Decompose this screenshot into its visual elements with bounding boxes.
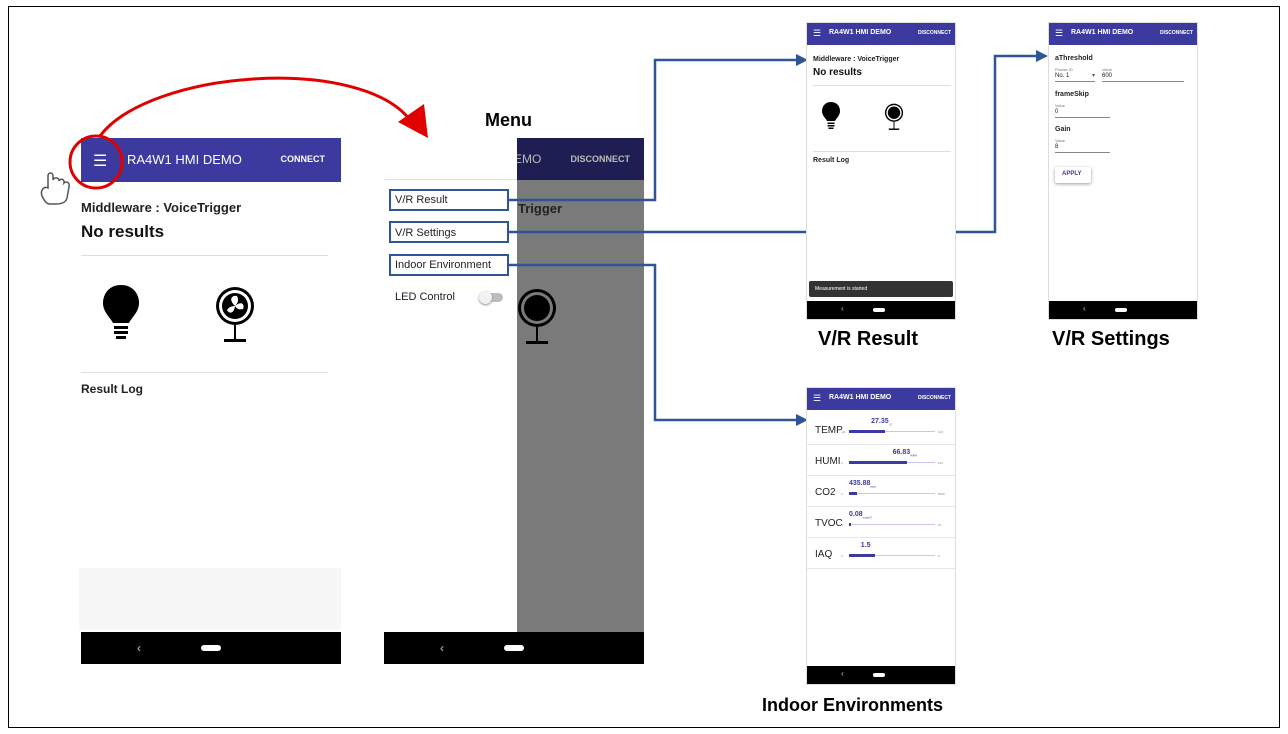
sensor-value: 66.83%RH (893, 449, 918, 457)
sensor-bar-track (849, 554, 935, 557)
vr-result-menu-icon[interactable]: ☰ (813, 28, 821, 39)
indoor-home-icon[interactable] (873, 673, 885, 677)
sensor-row: TVOC 0.08mg/m3 0 10 (807, 507, 955, 538)
athreshold-label: aThreshold (1055, 55, 1093, 62)
indoor-app-title: RA4W1 HMI DEMO (829, 394, 892, 401)
vr-result-back-icon[interactable]: ‹ (841, 304, 844, 313)
frameskip-value: 0 (1055, 109, 1059, 115)
sensor-unit: %RH (910, 453, 918, 458)
vr-settings-menu-icon[interactable]: ☰ (1055, 28, 1063, 39)
sensor-max: 5 (938, 554, 940, 558)
indoor-menu-icon[interactable]: ☰ (813, 393, 821, 404)
sensor-name: HUMI (815, 456, 841, 467)
sensor-min: 0 (841, 492, 843, 496)
sensor-value: 435.88ppm (849, 480, 876, 488)
sensor-bar-fill (849, 554, 875, 557)
vr-result-lightbulb-icon (822, 102, 840, 129)
sensor-min: -40 (841, 430, 846, 434)
phrase-id-select[interactable]: No. 1 ▾ (1055, 72, 1095, 82)
indoor-caption: Indoor Environments (762, 695, 944, 715)
sensor-bar-track (849, 461, 935, 464)
sensor-row: TEMP 27.35°C -40 120 (807, 414, 955, 445)
sensor-name: TVOC (815, 518, 843, 529)
apply-button-label: APPLY (1062, 171, 1082, 177)
vr-settings-home-icon[interactable] (1115, 308, 1127, 312)
sensor-unit: °C (888, 422, 893, 427)
vr-result-divider-2 (813, 151, 951, 152)
sensor-name: IAQ (815, 549, 833, 560)
vr-result-divider-1 (813, 85, 951, 86)
sensor-row: HUMI 66.83%RH 0 100 (807, 445, 955, 476)
indoor-disconnect-button[interactable]: DISCONNECT (918, 395, 951, 401)
vr-result-fan-icon (884, 103, 904, 130)
phrase-id-value: No. 1 (1055, 73, 1070, 79)
gain-label: Gain (1055, 126, 1071, 133)
sensor-value-number: 66.83 (892, 449, 911, 456)
sensor-max: 5000 (938, 492, 945, 496)
sensor-min: 0 (841, 523, 843, 527)
vr-settings-phone: ☰ RA4W1 HMI DEMO DISCONNECT aThreshold P… (1048, 22, 1198, 320)
vr-settings-app-title: RA4W1 HMI DEMO (1071, 29, 1134, 36)
indoor-back-icon[interactable]: ‹ (841, 669, 844, 678)
indoor-phone: ☰ RA4W1 HMI DEMO DISCONNECT TEMP 27.35°C -… (806, 387, 956, 685)
vr-settings-disconnect-button[interactable]: DISCONNECT (1160, 30, 1193, 36)
dropdown-arrow-icon: ▾ (1091, 73, 1095, 79)
vr-result-caption: V/R Result (818, 328, 919, 350)
vr-result-app-bar: ☰ RA4W1 HMI DEMO DISCONNECT (807, 23, 955, 45)
vr-result-log-label: Result Log (813, 157, 850, 164)
sensor-row: CO2 435.88ppm 0 5000 (807, 476, 955, 507)
sensor-max: 120 (938, 430, 944, 434)
vr-settings-caption: V/R Settings (1052, 328, 1170, 350)
apply-button[interactable]: APPLY (1055, 167, 1091, 183)
vr-result-disconnect-button[interactable]: DISCONNECT (918, 30, 951, 36)
gain-value: 8 (1055, 144, 1059, 150)
sensor-max: 10 (938, 523, 942, 527)
sensor-bar-fill (849, 523, 851, 526)
sensor-bar-track (849, 430, 935, 433)
sensor-bar-fill (849, 461, 907, 464)
sensor-unit: mg/m3 (862, 515, 872, 520)
sensor-value-number: 0.08 (849, 511, 863, 518)
sensor-max: 100 (938, 461, 944, 465)
frameskip-label: frameSkip (1055, 91, 1089, 98)
sensor-bar-track (849, 523, 935, 526)
sensor-list: TEMP 27.35°C -40 120 HUMI 66.83%RH 0 100 CO2 435.… (807, 414, 955, 574)
vr-result-result-text: No results (813, 67, 862, 78)
athreshold-value: 600 (1102, 73, 1113, 79)
frameskip-input[interactable]: 0 (1055, 108, 1110, 118)
vr-result-nav-bar: ‹ (807, 301, 955, 319)
gain-input[interactable]: 8 (1055, 143, 1110, 153)
indoor-nav-bar: ‹ (807, 666, 955, 684)
sensor-row: IAQ 1.5 0 5 (807, 538, 955, 569)
vr-result-phone: ☰ RA4W1 HMI DEMO DISCONNECT Middleware :… (806, 22, 956, 320)
sensor-name: TEMP (815, 425, 843, 436)
athreshold-value-input[interactable]: 600 (1102, 72, 1184, 82)
vr-result-snackbar: Measurement is started (809, 281, 953, 297)
sensor-bar-fill (849, 492, 857, 495)
sensor-min: 0 (841, 461, 843, 465)
sensor-value-number: 435.88 (849, 480, 871, 487)
vr-result-snackbar-text: Measurement is started (815, 286, 868, 292)
sensor-value: 1.5 (861, 542, 871, 550)
sensor-value: 27.35°C (871, 418, 892, 426)
vr-settings-back-icon[interactable]: ‹ (1083, 304, 1086, 313)
sensor-bar-track (849, 492, 935, 495)
sensor-value: 0.08mg/m3 (849, 511, 872, 519)
vr-settings-nav-bar: ‹ (1049, 301, 1197, 319)
sensor-value-number: 27.35 (871, 418, 889, 425)
vr-result-middleware-label: Middleware : VoiceTrigger (813, 56, 900, 63)
sensor-name: CO2 (815, 487, 836, 498)
sensor-min: 0 (841, 554, 843, 558)
vr-result-home-icon[interactable] (873, 308, 885, 312)
sensor-value-number: 1.5 (860, 542, 871, 549)
indoor-app-bar: ☰ RA4W1 HMI DEMO DISCONNECT (807, 388, 955, 410)
sensor-bar-fill (849, 430, 886, 433)
sensor-unit: ppm (870, 484, 877, 489)
vr-settings-app-bar: ☰ RA4W1 HMI DEMO DISCONNECT (1049, 23, 1197, 45)
vr-result-app-title: RA4W1 HMI DEMO (829, 29, 892, 36)
